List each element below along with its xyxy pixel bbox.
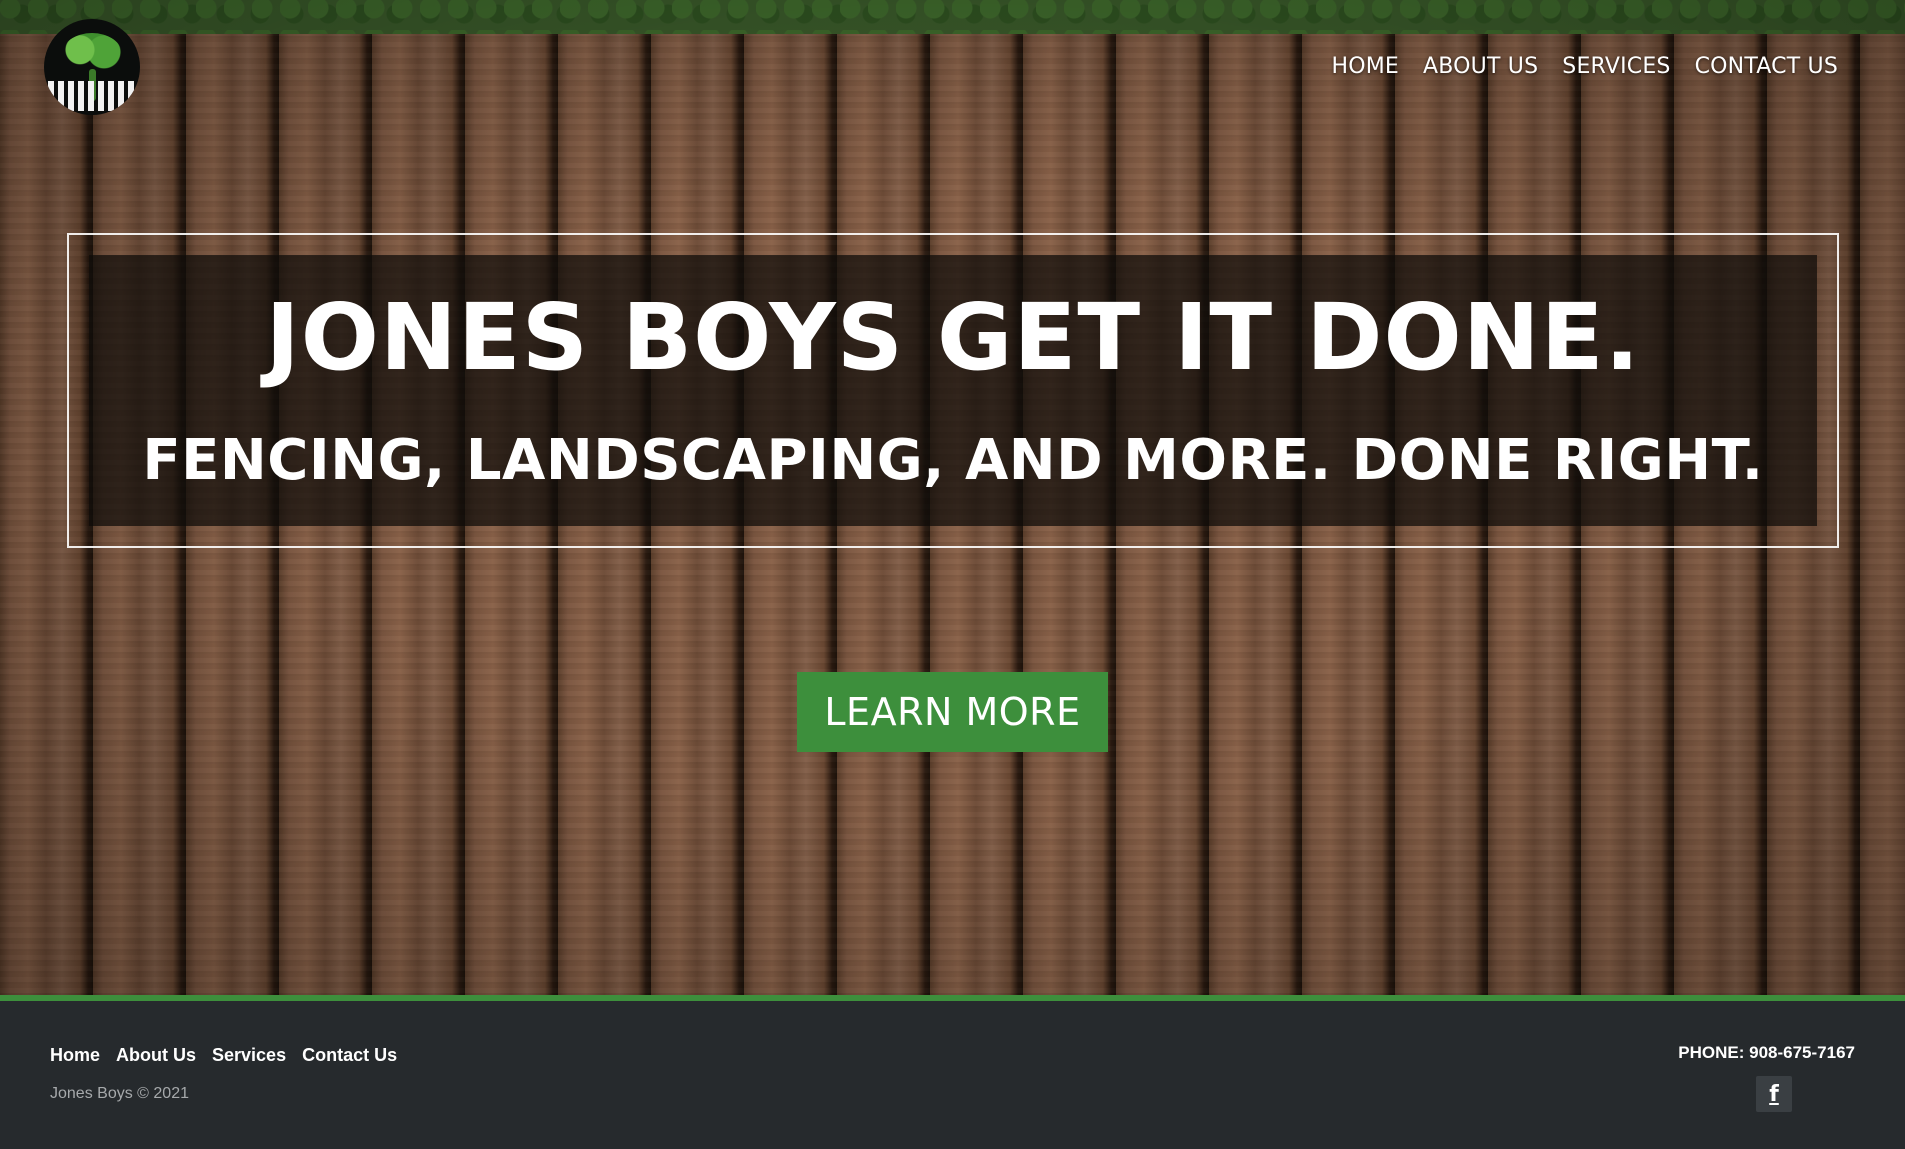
hero-headline: JONES BOYS GET IT DONE. bbox=[265, 283, 1641, 391]
footer-accent-bar bbox=[0, 995, 1905, 1001]
nav-home[interactable]: HOME bbox=[1331, 54, 1399, 79]
footer-link-about-us[interactable]: About Us bbox=[116, 1045, 196, 1066]
headline-banner: JONES BOYS GET IT DONE. FENCING, LANDSCA… bbox=[89, 255, 1817, 526]
copyright-text: Jones Boys © 2021 bbox=[50, 1085, 189, 1102]
site-footer: Home About Us Services Contact Us Jones … bbox=[0, 995, 1905, 1149]
phone-number: PHONE: 908-675-7167 bbox=[1678, 1043, 1855, 1062]
nav-about-us[interactable]: ABOUT US bbox=[1423, 54, 1538, 79]
site-logo[interactable] bbox=[44, 19, 140, 115]
main-nav: HOME ABOUT US SERVICES CONTACT US bbox=[1331, 54, 1838, 79]
footer-link-home[interactable]: Home bbox=[50, 1045, 100, 1066]
picket-fence-icon bbox=[48, 81, 136, 111]
hero-subheadline: FENCING, LANDSCAPING, AND MORE. DONE RIG… bbox=[142, 428, 1764, 494]
footer-nav: Home About Us Services Contact Us bbox=[50, 1045, 397, 1066]
nav-services[interactable]: SERVICES bbox=[1562, 54, 1670, 79]
learn-more-button[interactable]: LEARN MORE bbox=[797, 672, 1108, 752]
footer-link-contact-us[interactable]: Contact Us bbox=[302, 1045, 397, 1066]
facebook-icon[interactable]: f bbox=[1756, 1076, 1792, 1112]
footer-link-services[interactable]: Services bbox=[212, 1045, 286, 1066]
nav-contact-us[interactable]: CONTACT US bbox=[1695, 54, 1838, 79]
